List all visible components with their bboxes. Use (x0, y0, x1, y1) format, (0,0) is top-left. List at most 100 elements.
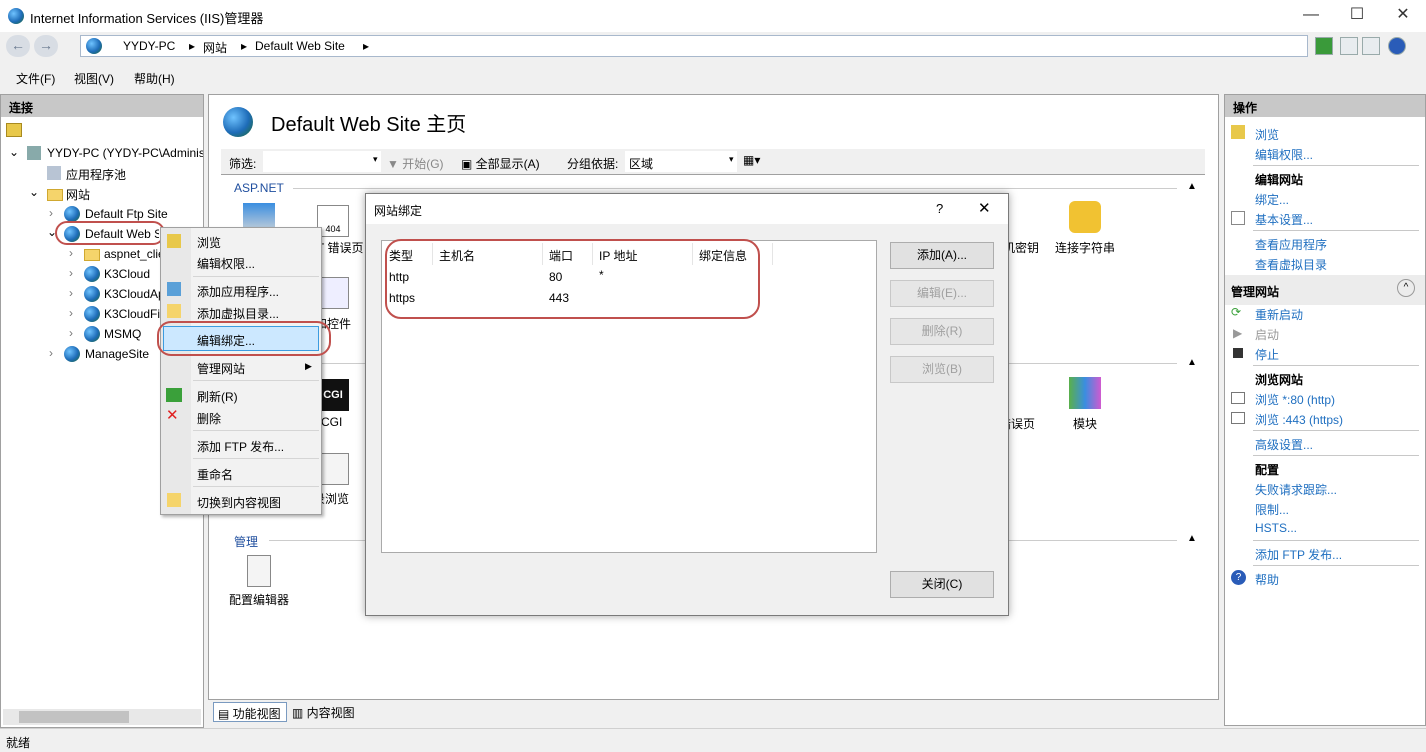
action-restart[interactable]: 重新启动 (1255, 306, 1303, 323)
modules-icon[interactable] (1069, 377, 1101, 409)
tab-features-view[interactable]: ▤ 功能视图 (213, 702, 287, 722)
add-binding-button[interactable]: 添加(A)... (890, 242, 994, 269)
tab-content-view[interactable]: ▥ 内容视图 (292, 704, 355, 721)
group-dropdown-icon[interactable]: ▾ (729, 154, 734, 165)
menu-item-refresh[interactable]: 刷新(R) (197, 388, 238, 405)
action-hsts[interactable]: HSTS... (1255, 521, 1297, 535)
section-manage-site: 管理网站 (1231, 285, 1280, 299)
view-mode-icon[interactable]: ▦▾ (743, 153, 760, 167)
menu-item-manage-site[interactable]: 管理网站 (197, 360, 245, 377)
tree-manage-site[interactable]: ManageSite (85, 347, 149, 361)
feature-config-editor[interactable]: 配置编辑器 (229, 591, 289, 608)
remove-binding-button: 删除(R) (890, 318, 994, 345)
tree-server[interactable]: YYDY-PC (YYDY-PC\Administrator) (47, 146, 203, 160)
app-pool-icon (47, 166, 61, 180)
stop-icon[interactable] (1340, 37, 1358, 55)
tree-child[interactable]: MSMQ (104, 327, 141, 341)
tree-child[interactable]: K3CloudFile (104, 307, 160, 321)
action-failed-request[interactable]: 失败请求跟踪... (1255, 481, 1337, 498)
group-by-select[interactable]: 区域 (625, 151, 737, 172)
feature-modules[interactable]: 模块 (1073, 415, 1097, 432)
menu-item-edit-permissions[interactable]: 编辑权限... (197, 255, 255, 272)
expand-icon[interactable]: ⌄ (29, 185, 39, 199)
delete-icon: ✕ (166, 407, 179, 424)
breadcrumb-sep: ▸ (189, 39, 196, 53)
menu-item-add-vdir[interactable]: 添加虚拟目录... (197, 305, 279, 322)
menu-item-switch-content-view[interactable]: 切换到内容视图 (197, 494, 281, 511)
feature-conn-strings[interactable]: 连接字符串 (1055, 239, 1115, 256)
breadcrumb-site[interactable]: Default Web Site (255, 39, 345, 53)
action-view-vdirs[interactable]: 查看虚拟目录 (1255, 256, 1327, 273)
breadcrumb-sites[interactable]: 网站 (203, 39, 227, 56)
action-browse-443[interactable]: 浏览 :443 (https) (1255, 411, 1343, 428)
horizontal-scrollbar[interactable] (3, 709, 201, 725)
menu-item-add-ftp[interactable]: 添加 FTP 发布... (197, 438, 284, 455)
action-add-ftp[interactable]: 添加 FTP 发布... (1255, 546, 1342, 563)
menu-bar: 文件(F) 视图(V) 帮助(H) (0, 64, 1426, 90)
tree-child[interactable]: aspnet_client (104, 247, 160, 261)
server-icon (27, 146, 41, 160)
tree-app-pools[interactable]: 应用程序池 (66, 166, 126, 183)
dialog-help-button[interactable]: ? (936, 201, 943, 216)
section-config: 配置 (1255, 463, 1280, 477)
expand-icon[interactable]: ⌄ (9, 145, 19, 159)
connect-icon[interactable] (6, 123, 22, 137)
filter-input[interactable] (263, 151, 381, 172)
home-icon[interactable] (1362, 37, 1380, 55)
tree-child[interactable]: K3Cloud (104, 267, 160, 281)
menu-item-rename[interactable]: 重命名 (197, 466, 233, 483)
edit-binding-button: 编辑(E)... (890, 280, 994, 307)
highlight-ring (157, 321, 331, 356)
config-editor-icon[interactable] (247, 555, 271, 587)
maximize-button[interactable]: ☐ (1334, 0, 1380, 32)
action-advanced-settings[interactable]: 高级设置... (1255, 436, 1313, 453)
tree-sites[interactable]: 网站 (66, 186, 90, 203)
status-text: 就绪 (6, 736, 31, 750)
refresh-icon[interactable] (1315, 37, 1333, 55)
menu-file[interactable]: 文件(F) (16, 70, 55, 87)
action-stop[interactable]: 停止 (1255, 346, 1279, 363)
close-button[interactable]: ✕ (1380, 0, 1426, 32)
app-icon (84, 266, 100, 282)
divider (293, 188, 1177, 189)
action-limits[interactable]: 限制... (1255, 501, 1289, 518)
start-button[interactable]: ▼ 开始(G) (387, 155, 444, 172)
menu-view[interactable]: 视图(V) (74, 70, 114, 87)
tree-ftp-site[interactable]: Default Ftp Site (85, 207, 168, 221)
minimize-button[interactable]: — (1288, 0, 1334, 32)
bindings-table: 类型 主机名 端口 IP 地址 绑定信息 http 80 * https 443 (381, 239, 877, 553)
menu-help[interactable]: 帮助(H) (134, 70, 175, 87)
collapse-group-icon[interactable]: ▲ (1187, 357, 1197, 368)
window-title: Internet Information Services (IIS)管理器 (30, 11, 264, 26)
collapse-group-icon[interactable]: ▲ (1187, 533, 1197, 544)
breadcrumb-server[interactable]: YYDY-PC (123, 39, 175, 53)
conn-strings-icon[interactable] (1069, 201, 1101, 233)
action-edit-permissions[interactable]: 编辑权限... (1255, 146, 1313, 163)
app-icon (84, 326, 100, 342)
tree-child[interactable]: K3CloudApp (104, 287, 160, 301)
globe-icon (64, 346, 80, 362)
app-icon (84, 286, 100, 302)
back-button[interactable]: ← (6, 35, 30, 57)
collapse-chevron-up-icon[interactable]: ^ (1397, 279, 1415, 297)
address-field[interactable]: YYDY-PC ▸ 网站 ▸ Default Web Site ▸ (80, 35, 1308, 57)
action-basic-settings[interactable]: 基本设置... (1255, 211, 1313, 228)
menu-item-browse[interactable]: 浏览 (197, 234, 221, 251)
filter-dropdown-icon[interactable]: ▾ (373, 154, 378, 165)
feature-cgi[interactable]: CGI (321, 415, 342, 429)
action-browse-80[interactable]: 浏览 *:80 (http) (1255, 391, 1335, 408)
collapse-group-icon[interactable]: ▲ (1187, 181, 1197, 192)
action-view-apps[interactable]: 查看应用程序 (1255, 236, 1327, 253)
show-all-button[interactable]: ▣ 全部显示(A) (461, 155, 540, 172)
help-icon[interactable] (1388, 37, 1406, 55)
action-help[interactable]: 帮助 (1255, 571, 1279, 588)
forward-button[interactable]: → (34, 35, 58, 57)
menu-item-delete[interactable]: 删除 (197, 410, 221, 427)
menu-item-add-app[interactable]: 添加应用程序... (197, 283, 279, 300)
collapse-icon[interactable]: › (49, 206, 53, 220)
dialog-close-button[interactable]: 关闭(C) (890, 571, 994, 598)
action-browse[interactable]: 浏览 (1255, 126, 1279, 143)
scrollbar-thumb[interactable] (19, 711, 129, 723)
dialog-close-x[interactable]: ✕ (978, 199, 991, 217)
action-bindings[interactable]: 绑定... (1255, 191, 1289, 208)
